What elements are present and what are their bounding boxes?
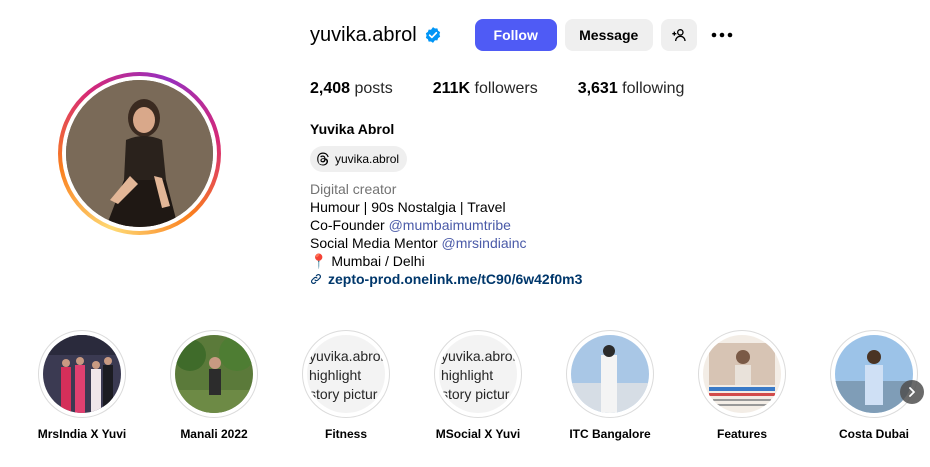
highlight-cover	[175, 335, 253, 413]
chevron-right-icon	[909, 387, 915, 397]
add-user-icon	[672, 29, 686, 42]
external-link-text: zepto-prod.onelink.me/tC90/6w42f0m3	[328, 271, 583, 287]
options-button[interactable]	[705, 19, 739, 51]
alt-line: highlight	[441, 367, 494, 383]
highlight-label: Costa Dubai	[838, 427, 909, 441]
threads-icon	[317, 152, 329, 166]
posts-count: 2,408	[310, 80, 351, 97]
mention-link-mumbaimumtribe[interactable]: @mumbaimumtribe	[389, 217, 511, 233]
highlight-item[interactable]: MrsIndia X Yuvi	[38, 330, 126, 441]
bio-line-3-text: Social Media Mentor	[310, 235, 442, 251]
highlight-ring	[38, 330, 126, 418]
highlight-label: Fitness	[324, 427, 367, 441]
following-label: following	[617, 80, 685, 97]
username: yuvika.abrol	[310, 23, 417, 46]
bio-line-3: Social Media Mentor @mrsindiainc	[310, 234, 582, 252]
bio-line-2: Co-Founder @mumbaimumtribe	[310, 216, 582, 234]
bio-line-2-text: Co-Founder	[310, 217, 389, 233]
highlight-item[interactable]: Manali 2022	[170, 330, 258, 441]
highlight-item[interactable]: ITC Bangalore	[566, 330, 654, 441]
highlight-label: MSocial X Yuvi	[435, 427, 521, 441]
alt-line: yuvika.abrol	[441, 348, 516, 364]
alt-line: story pictur	[309, 386, 378, 402]
posts-stat: 2,408 posts	[310, 80, 393, 98]
profile-category: Digital creator	[310, 181, 397, 197]
follow-button[interactable]: Follow	[474, 19, 557, 51]
highlight-cover	[43, 335, 121, 413]
bio-location: 📍 Mumbai / Delhi	[310, 252, 582, 270]
posts-label: posts	[350, 80, 393, 97]
followers-stat[interactable]: 211K followers	[433, 80, 538, 98]
profile-stats: 2,408 posts 211K followers 3,631 followi…	[310, 80, 724, 98]
profile-header-row: yuvika.abrol Follow Message	[310, 19, 739, 51]
followers-label: followers	[470, 80, 538, 97]
suggested-users-button[interactable]	[660, 19, 697, 51]
external-link[interactable]: zepto-prod.onelink.me/tC90/6w42f0m3	[310, 270, 582, 288]
mention-link-mrsindiainc[interactable]: @mrsindiainc	[442, 235, 527, 251]
threads-handle: yuvika.abrol	[335, 152, 400, 166]
highlight-item[interactable]: yuvika.abrol highlight story pictur MSoc…	[434, 330, 522, 441]
highlight-cover	[571, 335, 649, 413]
avatar-photo	[66, 80, 213, 227]
full-name: Yuvika Abrol	[310, 121, 395, 137]
highlight-label: ITC Bangalore	[569, 427, 651, 441]
highlights-next-button[interactable]	[900, 380, 924, 404]
alt-line: story pictur	[441, 386, 510, 402]
highlight-cover-alt-text: yuvika.abrol highlight story pictur	[307, 335, 385, 413]
link-icon	[311, 274, 321, 284]
highlight-label: Manali 2022	[180, 427, 248, 441]
threads-badge[interactable]: yuvika.abrol	[310, 146, 408, 172]
highlight-ring	[566, 330, 654, 418]
story-highlights: MrsIndia X Yuvi Manali 2022 yuvika.abrol…	[38, 330, 930, 441]
following-count: 3,631	[577, 80, 618, 97]
highlight-cover	[835, 335, 913, 413]
highlight-cover	[703, 335, 781, 413]
highlight-label: MrsIndia X Yuvi	[37, 427, 127, 441]
profile-avatar[interactable]	[66, 80, 213, 227]
highlight-ring: yuvika.abrol highlight story pictur	[434, 330, 522, 418]
highlight-ring	[698, 330, 786, 418]
highlight-ring	[830, 330, 918, 418]
highlight-item[interactable]: Features	[698, 330, 786, 441]
more-options-icon	[711, 32, 733, 38]
highlight-label: Features	[716, 427, 768, 441]
alt-line: highlight	[309, 367, 362, 383]
highlight-ring	[170, 330, 258, 418]
profile-avatar-ring[interactable]	[58, 72, 221, 235]
bio-line-1: Humour | 90s Nostalgia | Travel	[310, 199, 506, 215]
highlight-item[interactable]: yuvika.abrol highlight story pictur Fitn…	[302, 330, 390, 441]
alt-line: yuvika.abrol	[309, 348, 384, 364]
avatar-gap	[62, 76, 217, 231]
verified-badge-icon	[424, 26, 442, 44]
location-pin-icon: 📍	[310, 253, 328, 269]
profile-bio: Yuvika Abrol yuvika.abrol Digital creato…	[310, 120, 582, 288]
location-text: Mumbai / Delhi	[327, 253, 425, 269]
followers-count: 211K	[432, 80, 471, 97]
following-stat[interactable]: 3,631 following	[578, 80, 685, 98]
highlight-ring: yuvika.abrol highlight story pictur	[302, 330, 390, 418]
highlight-cover-alt-text: yuvika.abrol highlight story pictur	[439, 335, 517, 413]
message-button[interactable]: Message	[564, 19, 653, 51]
